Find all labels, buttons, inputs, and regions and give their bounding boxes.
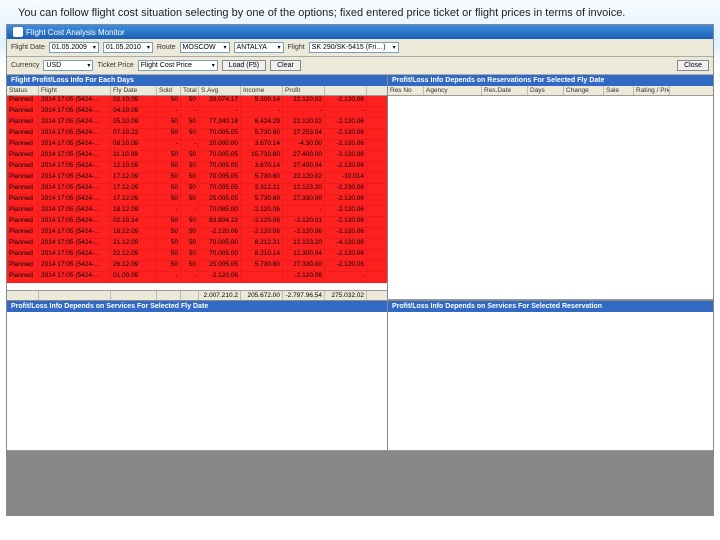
grid-a[interactable]: StatusFlightFly DateSoldTotalS.AvgIncome… (7, 86, 387, 290)
route-from[interactable]: MOSCOW (180, 42, 230, 53)
pane-services-reservation: Profit/Loss Info Depends on Services For… (388, 301, 713, 451)
table-row[interactable]: Planned2014 17:05 (5424-…22.12.09505070.… (7, 250, 387, 261)
flight-select[interactable]: SK 290/SK-5415 (Fri…) (309, 42, 399, 53)
table-row[interactable]: Planned2014 17:05 (5424-…21.12.09505070.… (7, 239, 387, 250)
ticket-price-select[interactable]: Flight Cost Price (138, 60, 218, 71)
currency-select[interactable]: USD (43, 60, 93, 71)
table-row[interactable]: Planned2014 17:05 (5424-…07.10.22505070.… (7, 129, 387, 140)
table-row[interactable]: Planned2014 17:05 (5424-…18.12.095050-2.… (7, 228, 387, 239)
table-row[interactable]: Planned2014 17:05 (5424-…17.12.09505070.… (7, 173, 387, 184)
pane-flight-profit-loss: Flight Profit/Loss Info For Each Days St… (7, 75, 387, 300)
grid-d-totals (388, 450, 713, 451)
window-title: Flight Cost Analysis Monitor (26, 28, 125, 37)
table-row[interactable]: Planned2014 17:05 (5424-…04.10.09------ (7, 107, 387, 118)
table-row[interactable]: Planned2014 17:05 (5424-…01.00.09---2.12… (7, 272, 387, 283)
slide-caption: You can follow flight cost situation sel… (0, 0, 720, 24)
grid-d[interactable] (388, 312, 713, 450)
pane-d-header: Profit/Loss Info Depends on Services For… (388, 301, 713, 312)
table-row[interactable]: Planned2014 17:05 (5424-…18.12.09--70.08… (7, 206, 387, 217)
clear-button[interactable]: Clear (270, 60, 301, 71)
ticket-price-label: Ticket Price (97, 62, 133, 69)
toolbar-row-2: Currency USD Ticket Price Flight Cost Pr… (7, 57, 713, 75)
window-titlebar: Flight Cost Analysis Monitor (7, 25, 713, 39)
table-row[interactable]: Planned2014 17:05 (5424-…02.10.14505083.… (7, 217, 387, 228)
table-row[interactable]: Planned2014 17:05 (5424-…26.12.09505025.… (7, 261, 387, 272)
flight-label: Flight (288, 44, 305, 51)
table-row[interactable]: Planned2014 17:05 (5424-…02.10.09505020.… (7, 96, 387, 107)
flight-date-to[interactable]: 01.05.2010 (103, 42, 153, 53)
grid-b-totals (388, 299, 713, 300)
grid-c-totals (7, 450, 387, 451)
app-window: Flight Cost Analysis Monitor Flight Date… (6, 24, 714, 516)
pane-reservations: Profit/Loss Info Depends on Reservations… (388, 75, 713, 300)
load-button[interactable]: Load (F5) (222, 60, 266, 71)
table-row[interactable]: Planned2014 17:05 (5424-…17.12.09505025.… (7, 195, 387, 206)
grid-a-totals: 2.007.210.2205.672.00-2.797.96.54275.032… (7, 290, 387, 300)
flight-date-from[interactable]: 01.05.2009 (49, 42, 99, 53)
table-row[interactable]: Planned2014 17:05 (5424-…08.10.09--20.00… (7, 140, 387, 151)
app-icon (13, 27, 23, 37)
currency-label: Currency (11, 62, 39, 69)
close-button[interactable]: Close (677, 60, 709, 71)
table-row[interactable]: Planned2014 17:05 (5424-…17.12.09505070.… (7, 184, 387, 195)
table-row[interactable]: Planned2014 17:05 (5424-…11.10.09505070.… (7, 151, 387, 162)
flight-date-label: Flight Date (11, 44, 45, 51)
table-row[interactable]: Planned2014 17:05 (5424-…05.10.09505077.… (7, 118, 387, 129)
grid-b[interactable]: Res NoAgencyRes.DateDaysChangeSaleRating… (388, 86, 713, 299)
pane-c-header: Profit/Loss Info Depends on Services For… (7, 301, 387, 312)
toolbar-row-1: Flight Date 01.05.2009 01.05.2010 Route … (7, 39, 713, 57)
panes-container: Flight Profit/Loss Info For Each Days St… (7, 75, 713, 515)
pane-services-flydate: Profit/Loss Info Depends on Services For… (7, 301, 387, 451)
pane-a-header: Flight Profit/Loss Info For Each Days (7, 75, 387, 86)
pane-b-header: Profit/Loss Info Depends on Reservations… (388, 75, 713, 86)
route-label: Route (157, 44, 176, 51)
route-to[interactable]: ANTALYA (234, 42, 284, 53)
grid-c[interactable] (7, 312, 387, 450)
table-row[interactable]: Planned2014 17:05 (5424-…12.10.09505070.… (7, 162, 387, 173)
